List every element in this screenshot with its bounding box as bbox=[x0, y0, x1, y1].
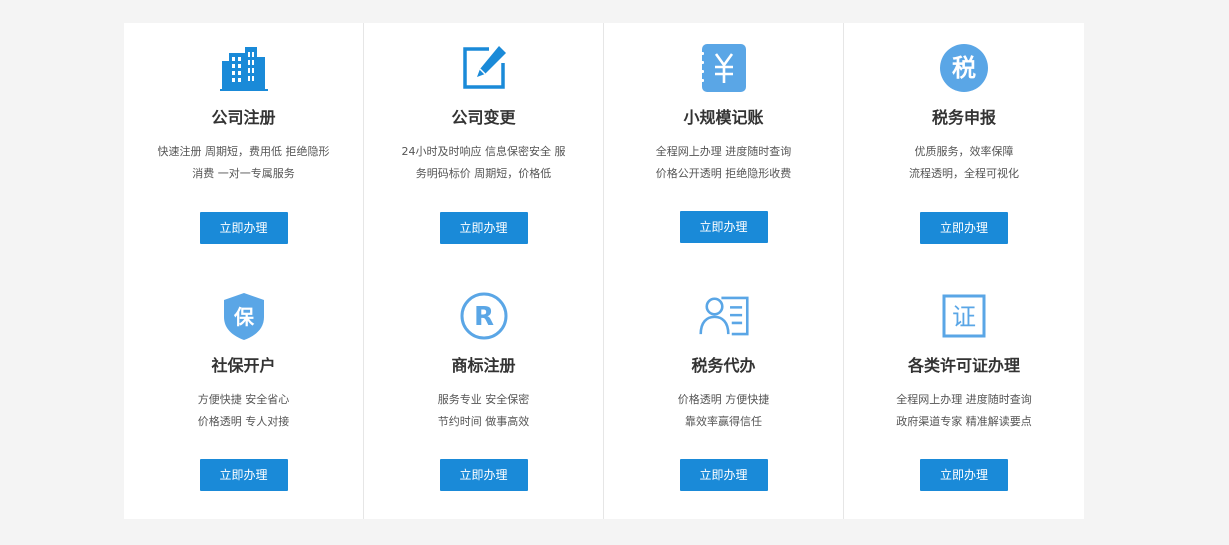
card-title: 税务申报 bbox=[931, 108, 996, 127]
certificate-icon: 证 bbox=[939, 291, 989, 341]
service-card-social-security: 保 社保开户 方便快捷 安全省心 价格透明 专人对接 立即办理 bbox=[124, 271, 364, 519]
description-line-1: 服务专业 安全保密 bbox=[437, 393, 530, 406]
card-title: 社保开户 bbox=[211, 356, 276, 375]
tax-seal-icon: 税 bbox=[939, 43, 989, 93]
apply-now-button[interactable]: 立即办理 bbox=[199, 212, 288, 244]
card-title: 各类许可证办理 bbox=[907, 356, 1020, 375]
registered-trademark-icon: R bbox=[459, 291, 509, 341]
svg-text:保: 保 bbox=[233, 305, 255, 329]
description-line-1: 优质服务，效率保障 bbox=[914, 145, 1014, 158]
card-title: 公司注册 bbox=[211, 108, 276, 127]
yen-notebook-icon bbox=[699, 43, 749, 93]
description-line-2: 靠效率赢得信任 bbox=[685, 415, 762, 428]
apply-now-button[interactable]: 立即办理 bbox=[439, 459, 528, 491]
description-line-1: 价格透明 方便快捷 bbox=[677, 393, 770, 406]
card-title: 税务代办 bbox=[691, 356, 756, 375]
description-line-2: 消费 一对一专属服务 bbox=[192, 167, 295, 180]
service-card-trademark-registration: R 商标注册 服务专业 安全保密 节约时间 做事高效 立即办理 bbox=[364, 271, 604, 519]
description-line-2: 价格透明 专人对接 bbox=[197, 415, 290, 428]
edit-icon bbox=[459, 43, 509, 93]
apply-now-button[interactable]: 立即办理 bbox=[920, 212, 1008, 244]
services-grid: 公司注册 快速注册 周期短，费用低 拒绝隐形 消费 一对一专属服务 立即办理 公… bbox=[124, 23, 1084, 519]
description-line-2: 流程透明，全程可视化 bbox=[909, 167, 1019, 180]
person-document-icon bbox=[698, 291, 749, 341]
card-description: 全程网上办理 进度随时查询 政府渠道专家 精准解读要点 bbox=[866, 389, 1062, 433]
apply-now-button[interactable]: 立即办理 bbox=[199, 459, 288, 491]
card-description: 服务专业 安全保密 节约时间 做事高效 bbox=[386, 389, 581, 433]
description-line-2: 节约时间 做事高效 bbox=[437, 415, 530, 428]
card-title: 小规模记账 bbox=[683, 108, 764, 127]
description-line-1: 24小时及时响应 信息保密安全 服 bbox=[401, 145, 566, 158]
description-line-1: 全程网上办理 进度随时查询 bbox=[896, 393, 1032, 406]
card-title: 公司变更 bbox=[451, 108, 516, 127]
description-line-2: 务明码标价 周期短，价格低 bbox=[415, 167, 552, 180]
service-card-company-registration: 公司注册 快速注册 周期短，费用低 拒绝隐形 消费 一对一专属服务 立即办理 bbox=[124, 23, 364, 271]
card-description: 全程网上办理 进度随时查询 价格公开透明 拒绝隐形收费 bbox=[626, 141, 821, 185]
shield-icon: 保 bbox=[219, 291, 269, 341]
card-title: 商标注册 bbox=[451, 356, 516, 375]
description-line-2: 价格公开透明 拒绝隐形收费 bbox=[655, 167, 792, 180]
service-card-small-scale-bookkeeping: 小规模记账 全程网上办理 进度随时查询 价格公开透明 拒绝隐形收费 立即办理 bbox=[604, 23, 844, 271]
description-line-1: 全程网上办理 进度随时查询 bbox=[655, 145, 792, 158]
apply-now-button[interactable]: 立即办理 bbox=[920, 459, 1008, 491]
card-description: 优质服务，效率保障 流程透明，全程可视化 bbox=[866, 141, 1062, 185]
service-card-tax-agency: 税务代办 价格透明 方便快捷 靠效率赢得信任 立即办理 bbox=[604, 271, 844, 519]
svg-text:证: 证 bbox=[952, 303, 976, 331]
service-card-license-processing: 证 各类许可证办理 全程网上办理 进度随时查询 政府渠道专家 精准解读要点 立即… bbox=[844, 271, 1084, 519]
card-description: 价格透明 方便快捷 靠效率赢得信任 bbox=[626, 389, 821, 433]
card-description: 24小时及时响应 信息保密安全 服 务明码标价 周期短，价格低 bbox=[386, 141, 581, 185]
apply-now-button[interactable]: 立即办理 bbox=[679, 459, 768, 491]
svg-text:税: 税 bbox=[952, 54, 976, 82]
service-card-company-change: 公司变更 24小时及时响应 信息保密安全 服 务明码标价 周期短，价格低 立即办… bbox=[364, 23, 604, 271]
card-description: 快速注册 周期短，费用低 拒绝隐形 消费 一对一专属服务 bbox=[146, 141, 341, 185]
card-description: 方便快捷 安全省心 价格透明 专人对接 bbox=[146, 389, 341, 433]
description-line-1: 快速注册 周期短，费用低 拒绝隐形 bbox=[157, 145, 330, 158]
svg-text:R: R bbox=[473, 302, 493, 332]
building-icon bbox=[219, 43, 269, 93]
description-line-2: 政府渠道专家 精准解读要点 bbox=[896, 415, 1032, 428]
apply-now-button[interactable]: 立即办理 bbox=[679, 211, 768, 243]
service-card-tax-declaration: 税 税务申报 优质服务，效率保障 流程透明，全程可视化 立即办理 bbox=[844, 23, 1084, 271]
description-line-1: 方便快捷 安全省心 bbox=[197, 393, 290, 406]
apply-now-button[interactable]: 立即办理 bbox=[439, 212, 528, 244]
